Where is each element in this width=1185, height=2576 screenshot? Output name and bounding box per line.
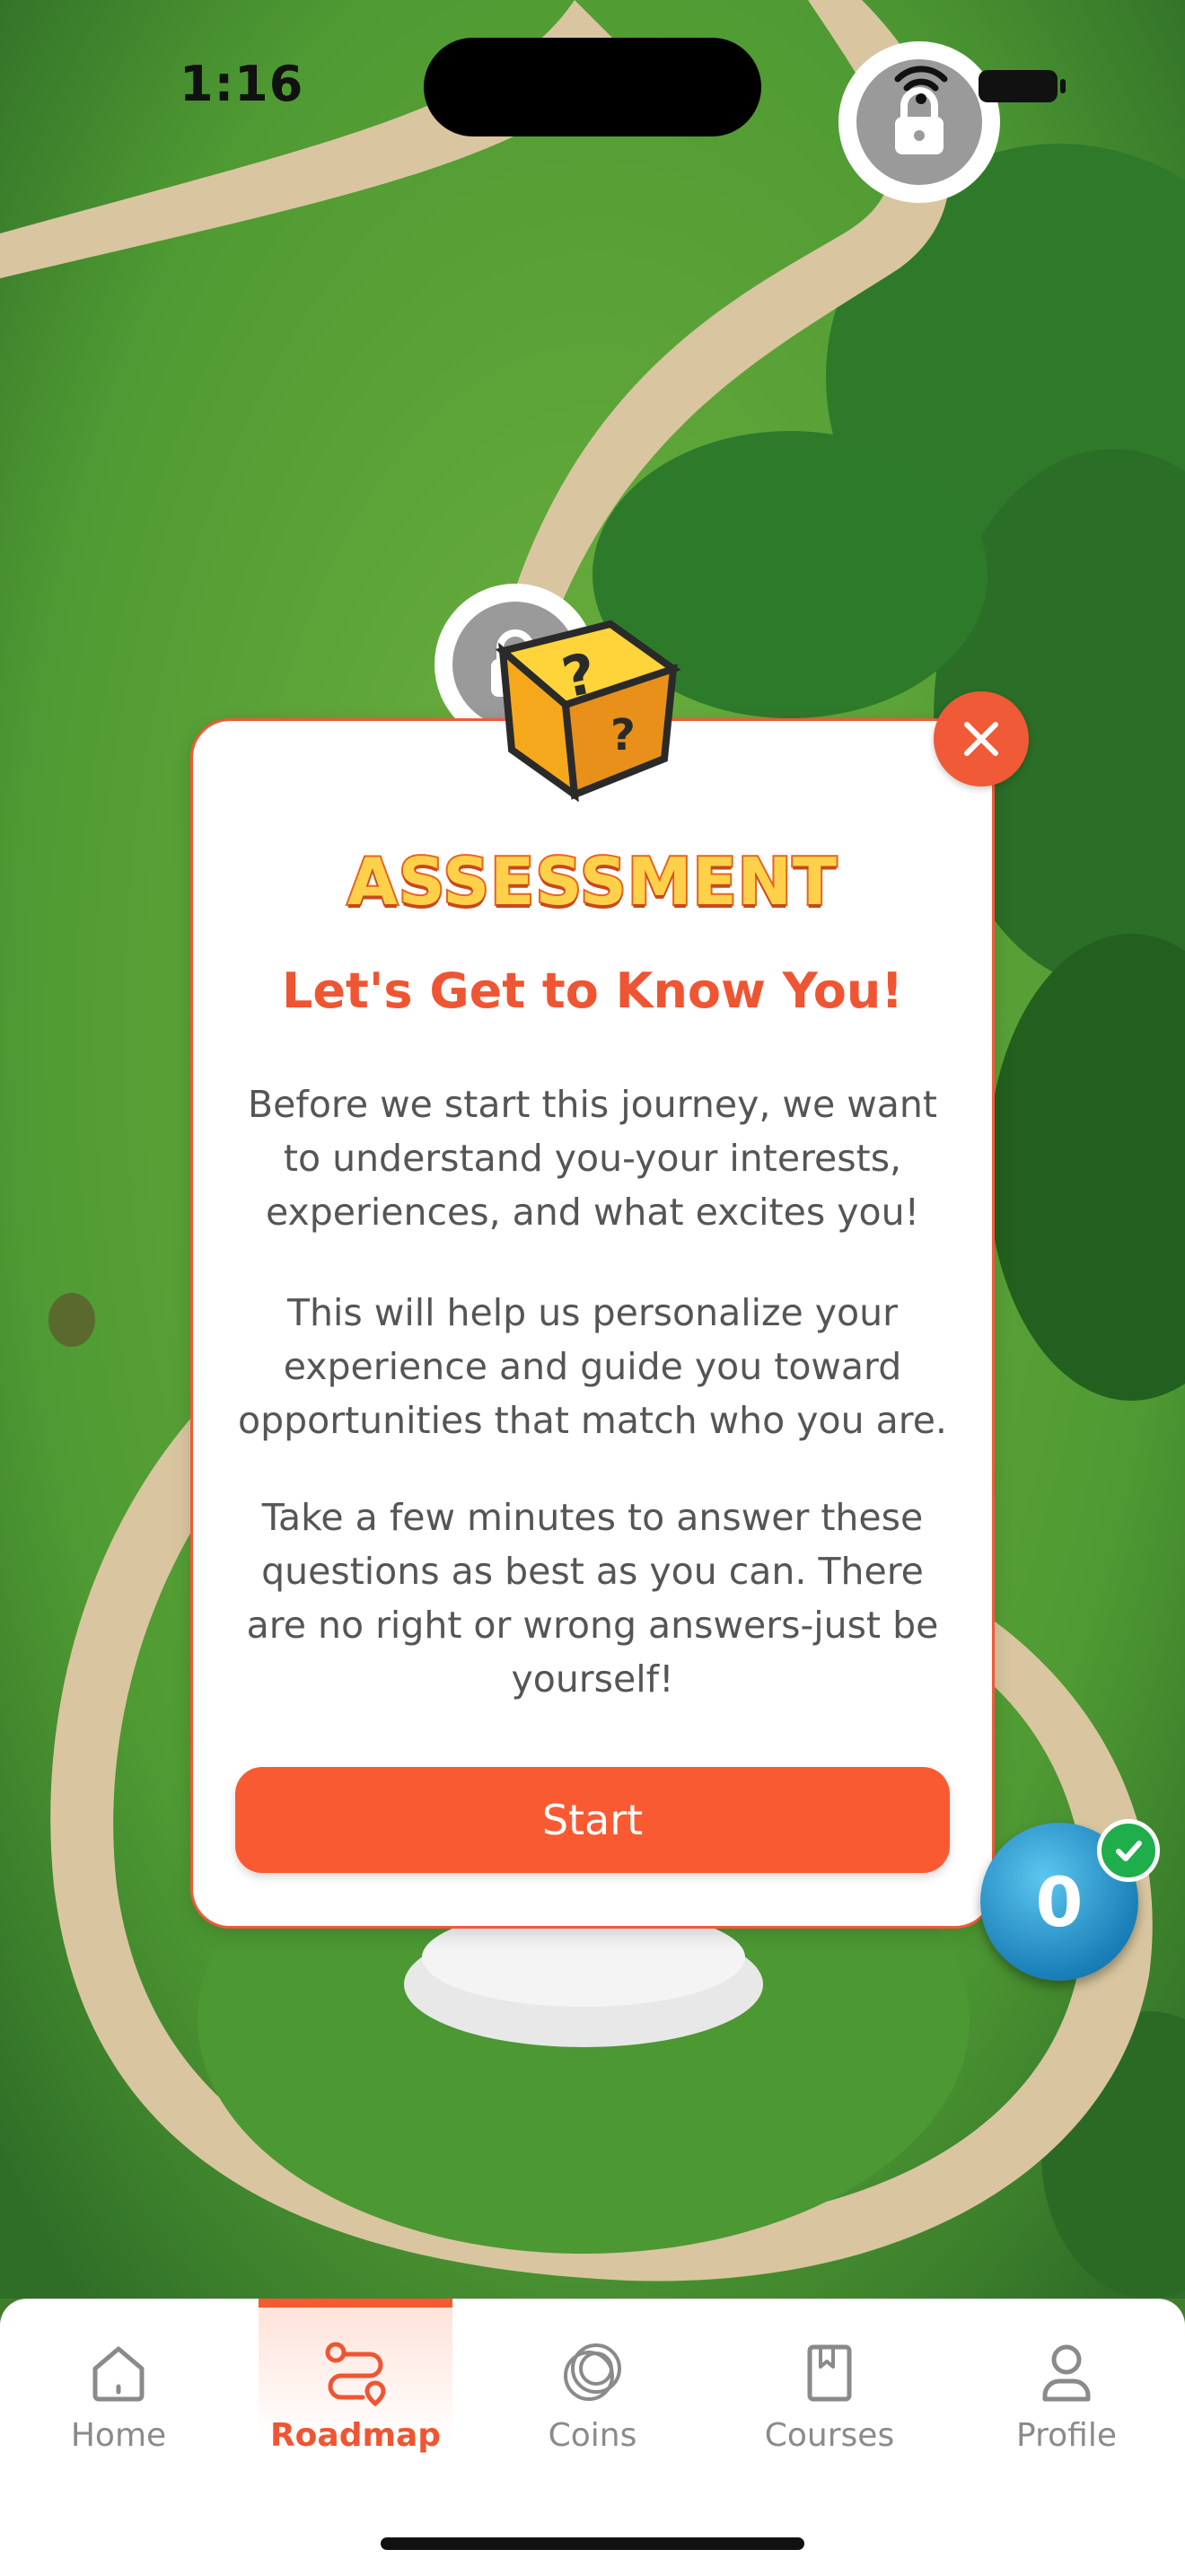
home-icon	[92, 2346, 145, 2402]
svg-text:?: ?	[610, 710, 636, 760]
tab-label: Courses	[764, 2417, 895, 2454]
profile-icon	[1042, 2344, 1091, 2402]
assessment-title: ASSESSMENT	[346, 842, 838, 921]
coins-icon	[564, 2343, 621, 2401]
tab-label: Coins	[548, 2417, 637, 2454]
tab-label: Home	[70, 2417, 167, 2454]
modal-headline: Let's Get to Know You!	[282, 963, 903, 1019]
modal-paragraph: Before we start this journey, we want to…	[248, 1083, 937, 1234]
status-time: 1:16	[180, 56, 304, 112]
route-icon	[325, 2342, 386, 2407]
book-icon	[807, 2344, 852, 2402]
tab-profile[interactable]: Profile	[948, 2299, 1185, 2478]
close-icon	[964, 722, 998, 756]
mystery-box-icon: ? ?	[495, 620, 681, 803]
tab-label: Roadmap	[269, 2417, 442, 2454]
start-button[interactable]: Start	[235, 1767, 950, 1873]
wifi-icon	[894, 66, 948, 104]
tab-label: Profile	[1016, 2417, 1117, 2454]
status-icons	[894, 66, 1066, 104]
tab-home[interactable]: Home	[0, 2299, 237, 2478]
dynamic-island	[424, 38, 761, 136]
modal-paragraph: This will help us personalize your exper…	[238, 1291, 947, 1442]
home-indicator	[381, 2537, 804, 2550]
tab-coins[interactable]: Coins	[474, 2299, 711, 2478]
battery-icon	[979, 70, 1066, 102]
check-icon	[1097, 1819, 1160, 1882]
modal-paragraph: Take a few minutes to answer these quest…	[246, 1496, 939, 1701]
close-button[interactable]	[934, 691, 1029, 787]
tab-roadmap[interactable]: Roadmap	[237, 2299, 474, 2478]
tab-courses[interactable]: Courses	[711, 2299, 948, 2478]
